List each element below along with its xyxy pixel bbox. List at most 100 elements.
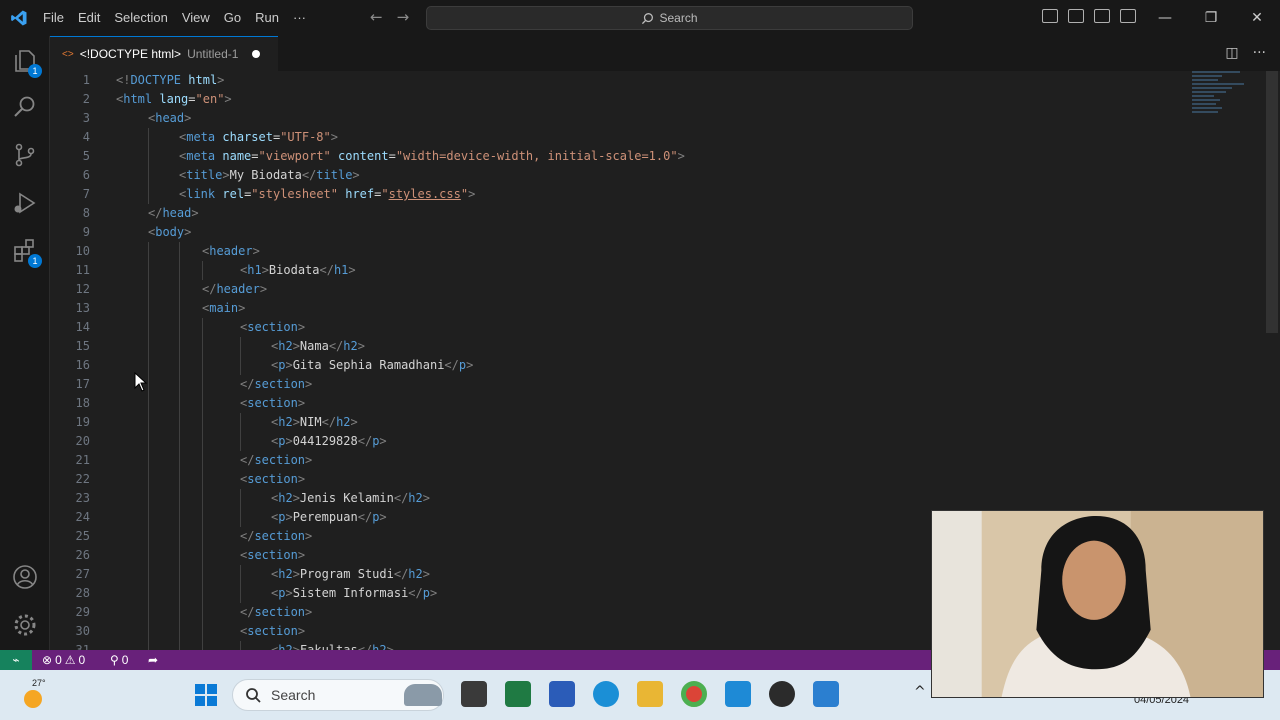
code-line[interactable]: 7 <link rel="stylesheet" href="styles.css… [50, 185, 1190, 204]
problems-indicator[interactable]: ⊗ 0 ⚠ 0 [42, 653, 85, 667]
command-center-search[interactable]: Search [426, 6, 913, 30]
unsaved-dot-icon[interactable] [252, 50, 261, 58]
more-actions-icon[interactable]: ··· [1253, 45, 1266, 61]
indent-guide [240, 641, 241, 650]
code-line[interactable]: 22 <section> [50, 470, 1190, 489]
menu-file[interactable]: File [43, 10, 64, 25]
recorder-app-icon[interactable] [769, 681, 795, 707]
code-line[interactable]: 4 <meta charset="UTF-8"> [50, 128, 1190, 147]
indent-guide [148, 546, 149, 565]
indent-guide [148, 166, 149, 185]
indent-guide [202, 432, 203, 451]
code-line[interactable]: 21 </section> [50, 451, 1190, 470]
run-debug-icon[interactable] [12, 190, 38, 216]
weather-widget[interactable]: 27° [20, 678, 52, 712]
vscode-logo-icon [11, 10, 27, 26]
restore-icon[interactable]: ❐ [1188, 0, 1234, 36]
code-line[interactable]: 3 <head> [50, 109, 1190, 128]
split-editor-icon[interactable]: ◫ [1225, 45, 1238, 61]
menu-run[interactable]: Run [255, 10, 279, 25]
notepad-icon[interactable] [813, 681, 839, 707]
code-line[interactable]: 15 <h2>Nama</h2> [50, 337, 1190, 356]
code-line[interactable]: 19 <h2>NIM</h2> [50, 413, 1190, 432]
vscode-taskbar-icon[interactable] [725, 681, 751, 707]
code-token: h2 [278, 491, 293, 505]
code-line[interactable]: 6 <title>My Biodata</title> [50, 166, 1190, 185]
indent-guide [179, 527, 180, 546]
code-token: > [305, 377, 313, 391]
toggle-secondary-sidebar-icon[interactable] [1094, 9, 1110, 23]
line-number: 15 [75, 339, 90, 353]
customize-layout-icon[interactable] [1120, 9, 1136, 23]
minimap[interactable] [1192, 71, 1256, 131]
window-controls: — ❐ ✕ [1142, 0, 1280, 36]
editor-scrollbar[interactable] [1266, 71, 1278, 333]
code-line[interactable]: 23 <h2>Jenis Kelamin</h2> [50, 489, 1190, 508]
code-text: <p>Sistem Informasi</p> [271, 584, 437, 603]
file-explorer-icon[interactable] [637, 681, 663, 707]
code-line[interactable]: 12 </header> [50, 280, 1190, 299]
code-text: <link rel="stylesheet" href="styles.css"… [179, 185, 475, 204]
line-number: 3 [82, 111, 90, 125]
code-line[interactable]: 17 </section> [50, 375, 1190, 394]
code-token: "width=device-width, initial-scale=1.0" [395, 149, 678, 163]
word-icon[interactable] [549, 681, 575, 707]
toggle-primary-sidebar-icon[interactable] [1042, 9, 1058, 23]
windows-start-icon[interactable] [194, 683, 218, 707]
menu-go[interactable]: Go [224, 10, 241, 25]
code-line[interactable]: 18 <section> [50, 394, 1190, 413]
code-token: </ [357, 643, 373, 650]
code-line[interactable]: 2 <html lang="en"> [50, 90, 1190, 109]
remote-indicator-icon[interactable]: ⌁ [0, 650, 32, 670]
line-number: 7 [82, 187, 90, 201]
code-line[interactable]: 9 <body> [50, 223, 1190, 242]
toggle-panel-icon[interactable] [1068, 9, 1084, 23]
code-line[interactable]: 11 <h1>Biodata</h1> [50, 261, 1190, 280]
close-icon[interactable]: ✕ [1234, 0, 1280, 36]
code-line[interactable]: 5 <meta name="viewport" content="width=de… [50, 147, 1190, 166]
manage-gear-icon[interactable] [12, 612, 38, 638]
code-token: > [297, 548, 306, 562]
menu-edit[interactable]: Edit [78, 10, 100, 25]
indent-guide [202, 508, 203, 527]
tray-chevron-icon[interactable]: ^ [914, 684, 926, 700]
indent-guide [179, 432, 180, 451]
accounts-icon[interactable] [12, 564, 38, 590]
code-token: > [422, 567, 430, 581]
indent-guide [148, 356, 149, 375]
explorer-icon[interactable]: 1 [12, 48, 42, 78]
minimize-icon[interactable]: — [1142, 0, 1188, 36]
edge-icon[interactable] [593, 681, 619, 707]
source-control-icon[interactable] [12, 142, 38, 168]
code-line[interactable]: 14 <section> [50, 318, 1190, 337]
excel-icon[interactable] [505, 681, 531, 707]
code-token: title [316, 168, 353, 182]
search-sidebar-icon[interactable] [12, 94, 38, 120]
menu-selection[interactable]: Selection [114, 10, 167, 25]
error-count: 0 [55, 653, 62, 667]
chrome-icon[interactable] [681, 681, 707, 707]
menu-view[interactable]: View [182, 10, 210, 25]
editor-tab[interactable]: <> <!DOCTYPE html> Untitled-1 [50, 36, 278, 71]
code-line[interactable]: 10 <header> [50, 242, 1190, 261]
extensions-icon[interactable]: 1 [12, 238, 42, 268]
code-line[interactable]: 20 <p>044129828</p> [50, 432, 1190, 451]
menu-more[interactable]: ··· [293, 10, 306, 25]
forward-arrow-icon[interactable]: → [397, 8, 410, 26]
ports-indicator[interactable]: ⚲ 0 [110, 653, 128, 667]
line-number: 1 [82, 73, 90, 87]
code-line[interactable]: 16 <p>Gita Sephia Ramadhani</p> [50, 356, 1190, 375]
code-text: <meta name="viewport" content="width=dev… [179, 147, 685, 166]
tab-filename: <!DOCTYPE html> [79, 47, 182, 61]
code-text: <h2>Fakultas</h2> [271, 641, 394, 650]
code-line[interactable]: 13 <main> [50, 299, 1190, 318]
code-token: 044129828 [292, 434, 358, 448]
line-number: 5 [82, 149, 90, 163]
live-share-icon[interactable]: ➦ [148, 653, 158, 667]
code-line[interactable]: 1 <!DOCTYPE html> [50, 71, 1190, 90]
back-arrow-icon[interactable]: ← [370, 8, 383, 26]
code-token: Fakultas [299, 643, 358, 650]
task-view-icon[interactable] [461, 681, 487, 707]
code-line[interactable]: 8 </head> [50, 204, 1190, 223]
